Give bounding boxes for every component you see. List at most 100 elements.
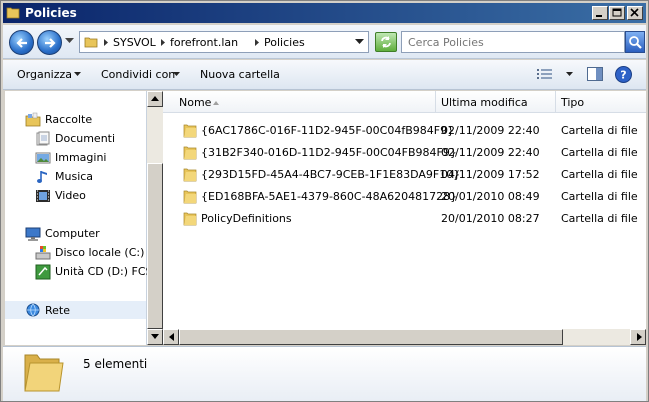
folder-icon <box>183 146 197 160</box>
file-name: {ED168BFA-5AE1-4379-860C-48A620481728} <box>201 190 458 203</box>
file-row[interactable]: {293D15FD-45A4-4BC7-9CEB-1F1E83DA9F10} 0… <box>163 164 646 186</box>
history-dropdown-icon[interactable] <box>65 38 74 44</box>
file-type: Cartella di file <box>561 190 638 203</box>
file-modified: 20/01/2010 08:27 <box>441 212 540 225</box>
scroll-thumb[interactable] <box>147 163 163 329</box>
address-bar[interactable]: SYSVOL forefront.lan Policies <box>79 31 369 53</box>
window-title: Policies <box>25 6 77 20</box>
search-input[interactable] <box>401 31 625 53</box>
nav-network[interactable]: Rete <box>5 301 146 319</box>
maximize-icon <box>612 8 622 17</box>
column-type[interactable]: Tipo <box>561 96 584 109</box>
folder-icon <box>183 190 197 204</box>
chevron-right-icon[interactable] <box>104 39 109 46</box>
organize-button[interactable]: Organizza <box>17 68 72 81</box>
file-name: PolicyDefinitions <box>201 212 292 225</box>
arrow-up-icon <box>151 96 159 101</box>
refresh-icon <box>381 36 391 48</box>
computer-icon <box>25 227 41 241</box>
scroll-down-button[interactable] <box>147 329 163 345</box>
chevron-down-icon[interactable] <box>173 72 180 76</box>
breadcrumb-policies[interactable]: Policies <box>264 36 305 49</box>
forward-button[interactable] <box>37 30 62 55</box>
chevron-right-icon[interactable] <box>255 39 260 46</box>
folder-icon <box>183 212 197 226</box>
file-type: Cartella di file <box>561 146 638 159</box>
file-row[interactable]: {31B2F340-016D-11D2-945F-00C04FB984F9} 0… <box>163 142 646 164</box>
column-name[interactable]: Nome <box>179 96 211 109</box>
title-bar[interactable]: Policies <box>3 3 646 23</box>
file-name: {6AC1786C-016F-11D2-945F-00C04fB984F9} <box>201 124 455 137</box>
file-row[interactable]: {6AC1786C-016F-11D2-945F-00C04fB984F9} 0… <box>163 120 646 142</box>
file-modified: 04/11/2009 17:52 <box>441 168 540 181</box>
help-icon[interactable]: ? <box>615 66 632 83</box>
pictures-icon <box>35 152 51 164</box>
nav-computer-label: Computer <box>45 227 100 240</box>
nav-item-pictures[interactable]: Immagini <box>35 150 140 166</box>
chevron-down-icon[interactable] <box>74 72 81 76</box>
minimize-icon <box>596 15 602 17</box>
chevron-right-icon[interactable] <box>161 39 166 46</box>
column-modified[interactable]: Ultima modifica <box>441 96 528 109</box>
horizontal-scrollbar[interactable] <box>163 329 646 345</box>
refresh-button[interactable] <box>375 32 397 52</box>
search-button[interactable] <box>625 31 645 53</box>
nav-item-label: Disco locale (C:) <box>55 246 145 259</box>
minimize-button[interactable] <box>592 6 608 20</box>
share-button[interactable]: Condividi con <box>101 68 175 81</box>
item-count: 5 elementi <box>83 357 148 371</box>
documents-icon <box>36 131 50 146</box>
libraries-icon <box>25 112 41 127</box>
network-icon <box>26 303 40 317</box>
new-folder-button[interactable]: Nuova cartella <box>200 68 280 81</box>
folder-icon <box>84 37 98 48</box>
file-modified: 02/11/2009 22:40 <box>441 146 540 159</box>
nav-scrollbar[interactable] <box>147 91 163 345</box>
nav-item-videos[interactable]: Video <box>35 188 140 204</box>
file-type: Cartella di file <box>561 212 638 225</box>
sort-ascending-icon <box>213 101 219 105</box>
preview-pane-icon[interactable] <box>587 67 603 81</box>
breadcrumb-forefront[interactable]: forefront.lan <box>170 36 238 49</box>
nav-item-cd-drive[interactable]: Unità CD (D:) FCS_ <box>35 264 147 280</box>
file-list: Nome Ultima modifica Tipo {6AC1786C-016F… <box>163 91 646 345</box>
address-dropdown-icon[interactable] <box>355 39 364 45</box>
scroll-thumb[interactable] <box>179 329 563 345</box>
nav-libraries-label: Raccolte <box>45 113 93 126</box>
chevron-down-icon[interactable] <box>566 72 573 76</box>
file-row[interactable]: {ED168BFA-5AE1-4379-860C-48A620481728} 2… <box>163 186 646 208</box>
folder-icon <box>183 124 197 138</box>
column-header: Nome Ultima modifica Tipo <box>163 91 646 113</box>
nav-network-label: Rete <box>45 304 70 317</box>
file-modified: 20/01/2010 08:49 <box>441 190 540 203</box>
close-icon <box>630 8 639 17</box>
maximize-button[interactable] <box>609 6 625 20</box>
arrow-right-icon <box>45 38 56 48</box>
close-button[interactable] <box>627 6 643 20</box>
nav-libraries[interactable]: Raccolte <box>25 112 135 128</box>
file-type: Cartella di file <box>561 168 638 181</box>
folder-icon <box>183 168 197 182</box>
scroll-right-button[interactable] <box>630 329 646 345</box>
back-button[interactable] <box>9 30 34 55</box>
search-icon <box>629 36 642 49</box>
scroll-left-button[interactable] <box>163 329 179 345</box>
cd-drive-icon <box>35 264 51 280</box>
nav-item-label: Documenti <box>55 132 116 145</box>
view-details-icon[interactable] <box>537 68 553 80</box>
nav-item-music[interactable]: Musica <box>35 169 140 185</box>
file-row[interactable]: PolicyDefinitions 20/01/2010 08:27 Carte… <box>163 208 646 230</box>
nav-item-documents[interactable]: Documenti <box>35 131 140 147</box>
nav-item-label: Immagini <box>55 151 107 164</box>
nav-item-label: Unità CD (D:) FCS_ <box>55 265 147 278</box>
details-pane: 5 elementi <box>3 346 646 401</box>
svg-text:?: ? <box>620 69 626 82</box>
file-name: {31B2F340-016D-11D2-945F-00C04FB984F9} <box>201 146 457 159</box>
folder-icon <box>24 354 64 392</box>
address-row: SYSVOL forefront.lan Policies <box>3 25 646 59</box>
nav-computer[interactable]: Computer <box>25 226 135 242</box>
breadcrumb-sysvol[interactable]: SYSVOL <box>113 36 156 49</box>
scroll-up-button[interactable] <box>147 91 163 107</box>
nav-item-local-disk[interactable]: Disco locale (C:) <box>35 245 145 261</box>
nav-item-label: Video <box>55 189 86 202</box>
